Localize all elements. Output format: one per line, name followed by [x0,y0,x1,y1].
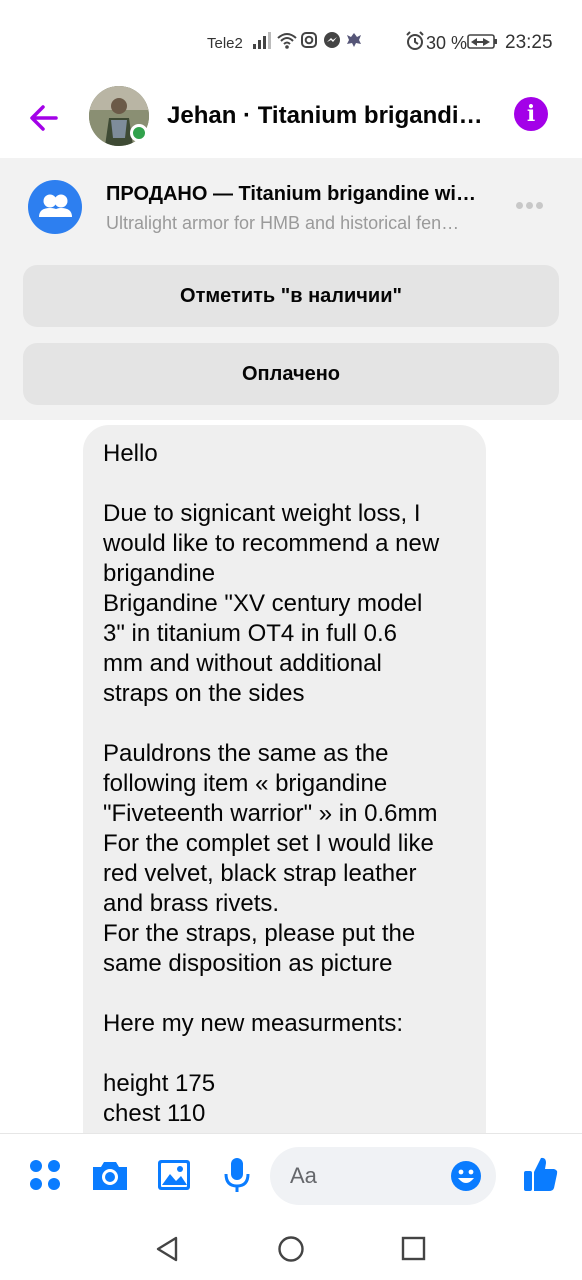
message-line [103,1039,468,1069]
coat-of-arms-icon [347,33,361,47]
paid-button[interactable]: Оплачено [23,343,559,405]
message-line: "Fiveteenth warrior" » in 0.6mm [103,800,438,827]
message-line: For the straps, please put the [103,920,416,947]
message-line [103,469,468,499]
signal-icon [253,32,271,49]
more-options-icon[interactable] [516,196,552,216]
info-icon[interactable]: i [514,97,548,131]
message-line: For the complet set I would like [103,830,434,857]
group-icon[interactable] [28,180,82,234]
listing-subtitle: Ultralight armor for HMB and historical … [106,213,460,233]
message-line: chest 110 [103,1100,206,1127]
instagram-icon [301,32,317,48]
message-line: 3" in titanium OT4 in full 0.6 [103,620,397,647]
nav-recents-icon[interactable] [400,1235,428,1263]
conversation-title[interactable]: Jehan · Titanium brigandin… [167,102,497,130]
listing-title[interactable]: ПРОДАНО — Titanium brigandine wi… [106,183,494,206]
message-line: height 175 [103,1070,216,1097]
carrier-label: Tele2 [207,35,243,52]
message-line: Here my new measurments: [103,1010,404,1037]
marketplace-listing-panel: ПРОДАНО — Titanium brigandine wi… Ultral… [0,158,582,420]
battery-icon [467,34,497,49]
status-bar: Tele2 30 % 23:25 [0,0,582,86]
message-input-placeholder: Aa [290,1163,317,1188]
camera-icon[interactable] [90,1159,130,1193]
wifi-icon [277,33,297,49]
back-button[interactable] [24,96,68,140]
message-line: red velvet, black strap leather [103,860,417,887]
back-arrow-icon [30,105,58,131]
message-line: same disposition as picture [103,950,393,977]
menu-grid-icon[interactable] [28,1158,64,1194]
messenger-icon [324,32,340,48]
message-line: brigandine [103,560,216,587]
message-line: would like to recommend a new [103,530,440,557]
nav-home-icon[interactable] [276,1235,306,1265]
online-indicator [130,124,148,142]
thumbs-up-icon[interactable] [522,1154,558,1194]
message-line: Hello [103,440,158,467]
message-bubble[interactable]: Hello Due to signicant weight loss, I woul… [83,425,486,1185]
mark-in-stock-button[interactable]: Отметить "в наличии" [23,265,559,327]
message-line: mm and without additional [103,650,382,677]
system-nav-bar [0,1217,582,1280]
message-composer: Aa [0,1133,582,1217]
nav-back-icon[interactable] [154,1234,182,1264]
message-line [103,979,468,1009]
message-line: Pauldrons the same as the [103,740,389,767]
conversation-header: Jehan · Titanium brigandin… i [0,86,582,158]
message-line: following item « brigandine [103,770,388,797]
clock: 23:25 [505,32,553,53]
message-line: and brass rivets. [103,890,280,917]
microphone-icon[interactable] [222,1156,252,1196]
message-line: Brigandine "XV century model [103,590,423,617]
message-line: Due to signicant weight loss, I [103,500,421,527]
battery-percent: 30 % [426,33,468,53]
alarm-icon [406,31,424,50]
message-input[interactable]: Aa [270,1147,496,1205]
emoji-icon[interactable] [450,1160,482,1192]
message-line: straps on the sides [103,680,305,707]
message-line [103,709,468,739]
gallery-icon[interactable] [156,1158,192,1192]
